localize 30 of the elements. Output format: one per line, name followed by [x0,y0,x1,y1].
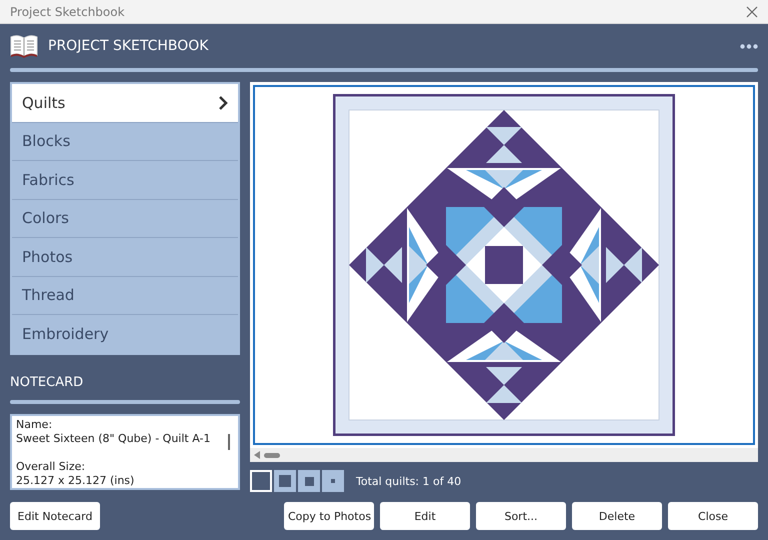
action-button[interactable]: Edit [380,502,470,530]
field-label: Name: [16,418,54,432]
scroll-left-icon[interactable] [254,451,260,459]
book-icon [10,34,38,58]
scroll-thumb[interactable] [228,434,230,450]
field-value: Sweet Sixteen (8" Qube) - Quilt A-1 [16,432,212,446]
thumbnail-size-button[interactable] [274,470,296,492]
scroll-thumb[interactable] [264,452,280,458]
action-button[interactable]: Sort... [476,502,566,530]
action-button[interactable]: Close [668,502,758,530]
category-item[interactable]: Blocks [12,122,238,161]
app-title: PROJECT SKETCHBOOK [48,38,210,54]
category-item[interactable]: Quilts [12,84,238,122]
category-item[interactable]: Colors [12,200,238,238]
action-button[interactable]: Delete [572,502,662,530]
field-value: 25.127 x 25.127 (ins) [16,474,136,488]
action-button[interactable]: Copy to Photos [284,502,374,530]
edit-notecard-button[interactable]: Edit Notecard [10,502,100,530]
thumbnail-size-button[interactable] [298,470,320,492]
close-icon[interactable] [746,6,758,18]
field-label: Overall Size: [16,460,86,474]
horizontal-scrollbar[interactable] [250,448,758,462]
chevron-icon [218,96,228,110]
notecard-box[interactable]: Name: Sweet Sixteen (8" Qube) - Quilt A-1 Overall Size: 25.127 x 25.127 (ins) [10,414,240,490]
thumbnail-size-button[interactable] [322,470,344,492]
total-count: Total quilts: 1 of 40 [356,474,462,488]
more-icon[interactable] [740,44,758,48]
window-title: Project Sketchbook [10,4,125,18]
section-heading: NOTECARD [10,374,84,390]
category-item[interactable]: Thread [12,276,238,315]
